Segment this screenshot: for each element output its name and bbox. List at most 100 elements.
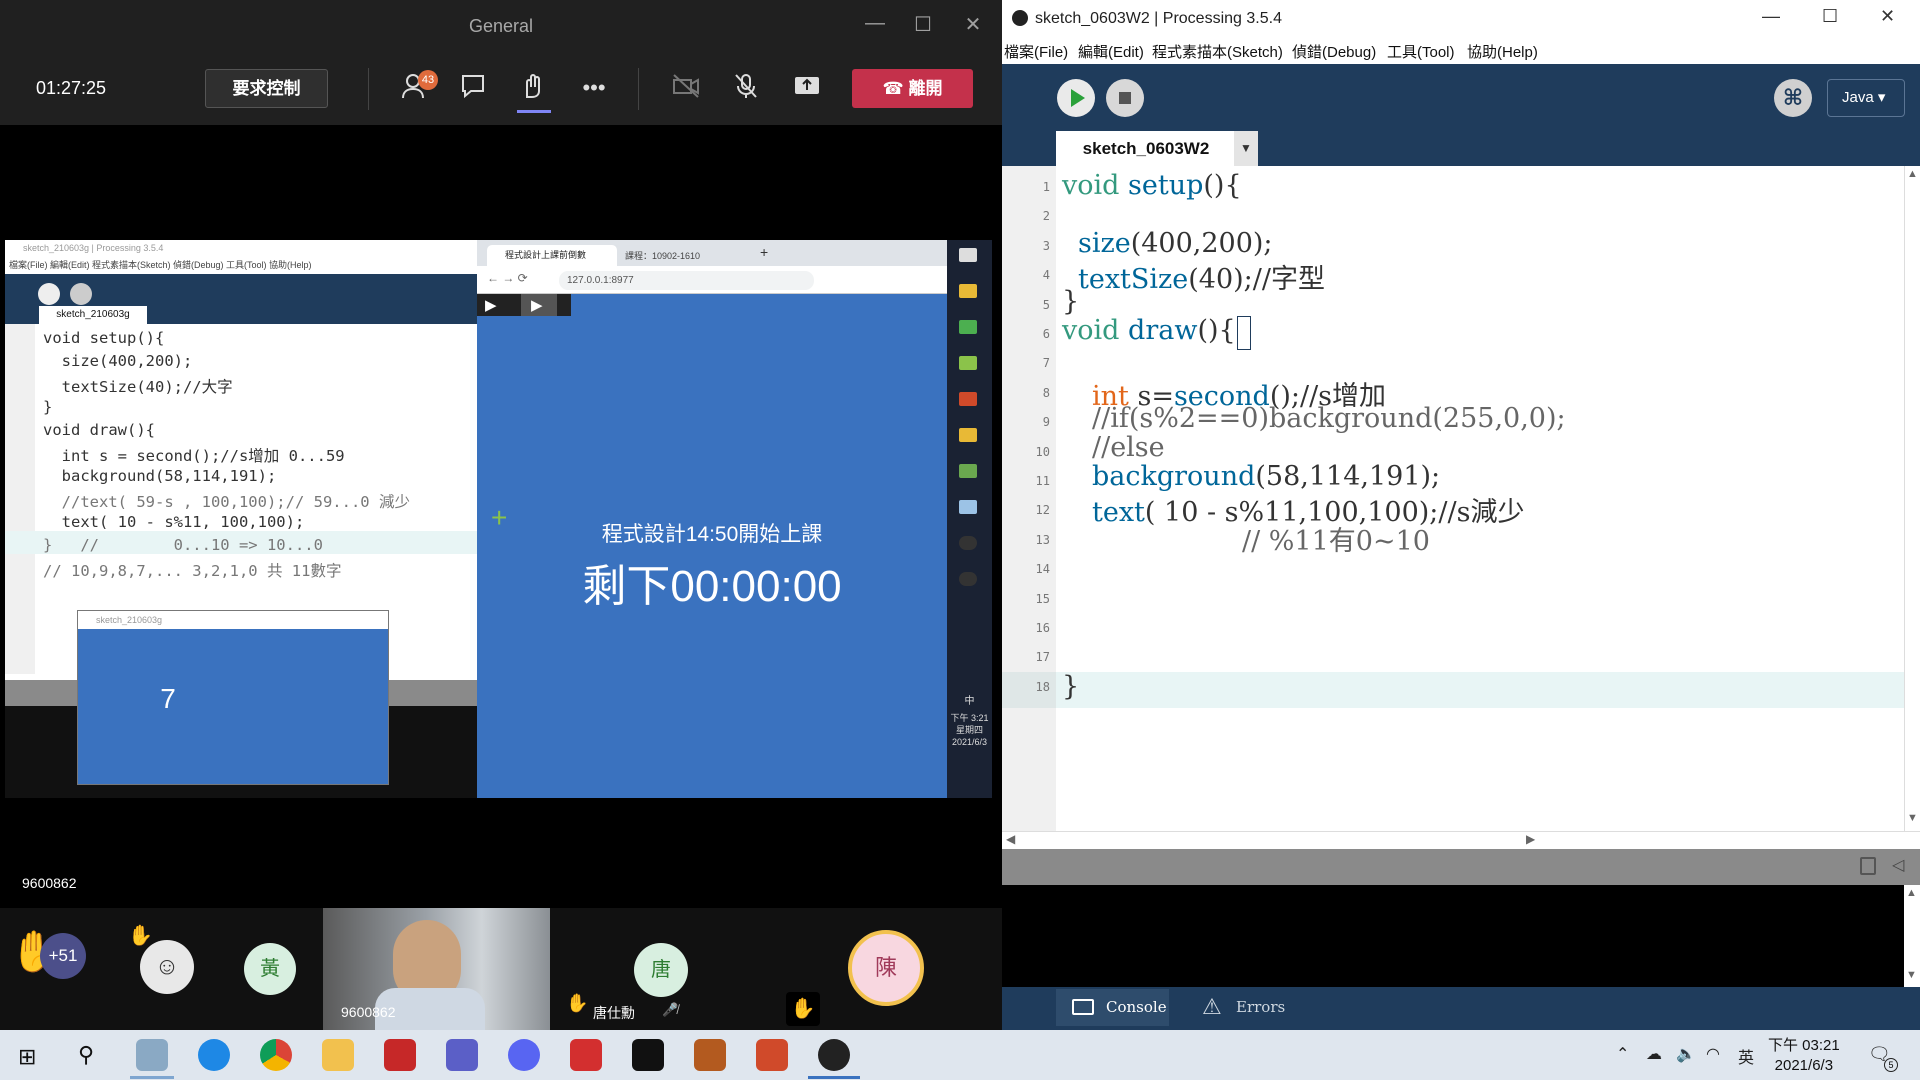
close-icon[interactable]: ✕ (1880, 6, 1895, 27)
mic-off-icon[interactable] (730, 72, 762, 104)
edge-app-icon[interactable] (198, 1039, 230, 1071)
keyword: void (1062, 315, 1120, 346)
function-name: textSize (1078, 264, 1189, 295)
code-text: (){ (1203, 170, 1242, 201)
close-icon[interactable]: ✕ (958, 12, 988, 37)
scroll-down-icon[interactable]: ▼ (1907, 812, 1918, 824)
leave-button[interactable]: ☎ 離開 (852, 69, 973, 108)
participant-avatar-tang[interactable]: 唐 (634, 943, 688, 997)
line-number: 5 (1042, 297, 1050, 312)
code-app-icon[interactable] (632, 1039, 664, 1071)
menu-sketch[interactable]: 程式素描本(Sketch) (1152, 41, 1283, 62)
sketch-tab[interactable]: sketch_0603W2 (1056, 131, 1236, 166)
teams-app-icon[interactable] (446, 1039, 478, 1071)
muted-mic-icon: 🎤̸ (662, 1002, 679, 1017)
menu-help[interactable]: 協助(Help) (1467, 41, 1538, 62)
collapse-console-icon[interactable]: ◁ (1892, 855, 1904, 875)
more-participants-badge[interactable]: +51 (40, 933, 86, 979)
chat-icon[interactable] (458, 72, 490, 104)
app-icon[interactable] (384, 1039, 416, 1071)
app-icon[interactable] (694, 1039, 726, 1071)
debugger-icon: ⌘ (1782, 85, 1804, 110)
folder-icon (959, 284, 977, 298)
run-button[interactable] (1057, 79, 1095, 117)
tab-menu-chevron-icon[interactable]: ▼ (1234, 131, 1258, 166)
teams-titlebar: General — ☐ ✕ (0, 0, 1002, 50)
phone-hangup-icon: ☎ (882, 79, 909, 98)
minimize-icon[interactable]: — (860, 12, 890, 35)
line-number: 9 (1042, 415, 1050, 430)
shared-clock-day: 星期四 (955, 725, 983, 735)
toolbar-divider (638, 68, 639, 110)
debug-button[interactable]: ⌘ (1774, 79, 1812, 117)
discord-app-icon[interactable] (508, 1039, 540, 1071)
console-scrollbar[interactable]: ▲ ▼ (1904, 885, 1920, 987)
console-tab[interactable]: Console (1056, 989, 1169, 1026)
function-name: setup (1128, 170, 1204, 201)
scroll-down-icon[interactable]: ▼ (1906, 969, 1917, 981)
windows-start-icon[interactable]: ⊞ (18, 1044, 36, 1070)
maximize-icon[interactable]: ☐ (908, 12, 938, 37)
participant-video[interactable]: 9600862 (323, 908, 550, 1030)
processing-app-icon[interactable] (818, 1039, 850, 1071)
clock-date: 2021/6/3 (1774, 1057, 1834, 1074)
copy-console-icon[interactable] (1860, 857, 1876, 875)
camera-off-icon[interactable] (670, 72, 702, 104)
shared-vertical-taskbar: 中 下午 3:21 星期四 2021/6/3 (947, 240, 992, 798)
powerpoint-app-icon[interactable] (756, 1039, 788, 1071)
share-screen-icon[interactable] (791, 72, 823, 104)
raise-hand-icon[interactable] (517, 72, 549, 104)
participant-name-tang: 唐仕勳 (593, 1005, 635, 1021)
editor-vertical-scrollbar[interactable]: ▲ ▼ (1904, 166, 1920, 831)
photos-app-icon[interactable] (136, 1039, 168, 1071)
minimize-icon[interactable]: — (1762, 6, 1780, 27)
file-explorer-icon[interactable] (322, 1039, 354, 1071)
active-app-indicator (808, 1076, 860, 1079)
volume-icon[interactable]: 🔈 (1676, 1044, 1696, 1064)
line-number: 11 (1035, 474, 1050, 488)
show-hidden-icons-chevron-icon[interactable]: ⌃ (1616, 1044, 1629, 1064)
code-editor[interactable]: 1 2 3 4 5 6 7 8 9 10 11 12 13 14 15 16 17 18 void setup()… (1002, 166, 1904, 831)
scroll-left-icon[interactable]: ◀ (1006, 832, 1015, 846)
ime-indicator[interactable]: 英 (1738, 1044, 1754, 1068)
system-clock[interactable]: 下午 03:21 2021/6/3 (1768, 1036, 1840, 1076)
teams-window-title: General (468, 16, 534, 36)
scroll-right-icon[interactable]: ▶ (1526, 832, 1535, 846)
menu-tool[interactable]: 工具(Tool) (1387, 41, 1455, 62)
network-warning-icon[interactable]: ☁ (1646, 1044, 1662, 1064)
scroll-up-icon[interactable]: ▲ (1907, 168, 1918, 180)
line-number: 17 (1035, 650, 1050, 665)
bracket-match-box (1237, 316, 1251, 350)
video-participant-name: 9600862 (341, 1004, 396, 1020)
wifi-icon[interactable]: ◠ (1706, 1044, 1720, 1064)
stop-button[interactable] (1106, 79, 1144, 117)
call-timer: 01:27:25 (36, 78, 107, 98)
editor-horizontal-scrollbar[interactable]: ◀ ▶ (1002, 831, 1920, 849)
acrobat-app-icon[interactable] (570, 1039, 602, 1071)
more-options-icon[interactable]: ••• (578, 72, 610, 104)
participant-avatar[interactable]: ☺ (140, 940, 194, 994)
powerpoint-icon (959, 392, 977, 406)
shared-clock-time: 下午 3:21 (950, 713, 989, 723)
participant-avatar-huang[interactable]: 黃 (244, 943, 296, 995)
shared-code-line: int s = second();//s增加 0...59 (43, 447, 345, 465)
request-control-button[interactable]: 要求控制 (205, 69, 328, 108)
shared-gutter (5, 324, 35, 674)
errors-tab[interactable]: ⚠ Errors (1182, 989, 1295, 1026)
maximize-icon[interactable]: ☐ (1822, 6, 1838, 27)
menu-file[interactable]: 檔案(File) (1004, 41, 1068, 62)
shared-code-line: background(58,114,191); (43, 467, 277, 485)
line-number: 10 (1035, 444, 1050, 459)
participant-avatar-chen[interactable]: 陳 (848, 930, 924, 1006)
app-icon (959, 500, 977, 514)
menu-edit[interactable]: 編輯(Edit) (1078, 41, 1144, 62)
play-icon: ▶ (531, 297, 543, 314)
chrome-app-icon[interactable] (260, 1039, 292, 1071)
scroll-up-icon[interactable]: ▲ (1906, 887, 1917, 899)
function-name: background (1092, 461, 1256, 492)
participant-count-badge: 43 (418, 70, 438, 90)
search-icon[interactable]: ⚲ (78, 1042, 94, 1068)
menu-debug[interactable]: 偵錯(Debug) (1292, 41, 1376, 62)
mode-selector[interactable]: Java ▾ (1827, 79, 1905, 117)
code-line-10: //else (1092, 432, 1165, 463)
